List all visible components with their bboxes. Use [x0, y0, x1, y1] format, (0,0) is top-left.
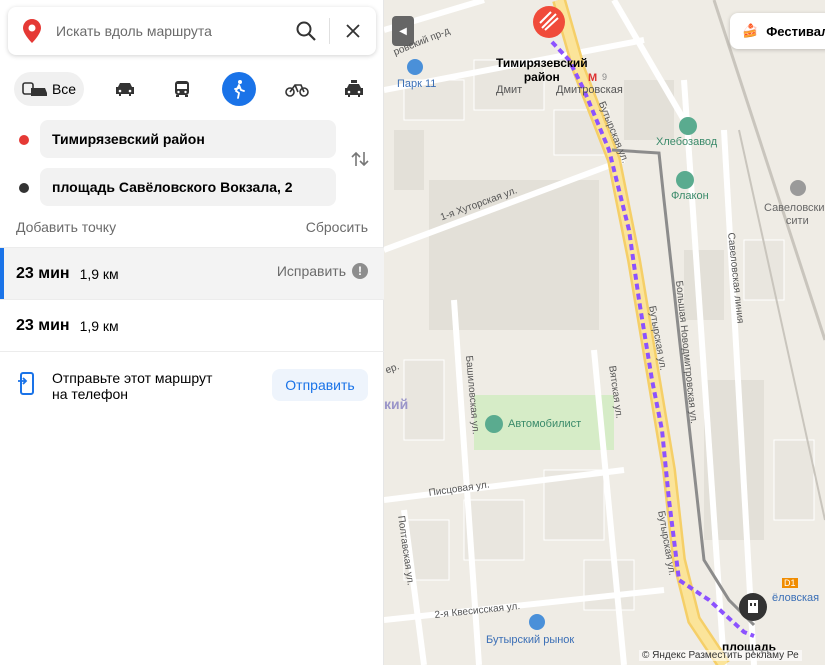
- metro-label-b: Дмитровская: [556, 84, 623, 96]
- car-icon: [116, 83, 134, 96]
- station-badge: D1: [782, 578, 798, 588]
- festival-label: Фестивал: [766, 23, 825, 39]
- end-point-field[interactable]: площадь Савёловского Вокзала, 2: [40, 168, 336, 206]
- metro-label-a: Дмит: [496, 84, 523, 96]
- mode-taxi[interactable]: [339, 72, 369, 106]
- transport-modes: Все: [14, 72, 370, 106]
- flakon-label: Флакон: [671, 190, 709, 202]
- end-point-marker: [19, 183, 29, 193]
- swap-button[interactable]: [348, 147, 372, 171]
- automobilist-label: Автомобилист: [508, 418, 582, 430]
- reset-link[interactable]: Сбросить: [306, 219, 368, 235]
- route-option-2[interactable]: 23 мин 1,9 км: [0, 299, 384, 351]
- mode-car[interactable]: [110, 72, 140, 106]
- search-input[interactable]: Искать вдоль маршрута: [56, 23, 283, 39]
- point-actions: Добавить точку Сбросить: [16, 219, 368, 235]
- district-label: Тимирязевский район: [496, 56, 588, 84]
- send-to-phone-text: Отправьте этот маршрут на телефон: [52, 370, 252, 402]
- phone-icon: [18, 372, 34, 395]
- route-time: 23 мин: [16, 316, 70, 334]
- send-text-line1: Отправьте этот маршрут: [52, 370, 213, 386]
- park-label: Парк 11: [397, 78, 437, 90]
- savelovsky-city-line2: сити: [785, 215, 809, 227]
- khlebozavod-label: Хлебозавод: [656, 136, 718, 148]
- mode-transit[interactable]: [167, 72, 197, 106]
- walk-mode-active: [222, 72, 256, 106]
- send-text-line2: на телефон: [52, 386, 128, 402]
- start-point-marker: [19, 135, 29, 145]
- send-to-phone-row: Отправьте этот маршрут на телефон Отправ…: [0, 351, 384, 417]
- close-icon: [346, 24, 360, 38]
- mode-all-label: Все: [51, 81, 77, 97]
- walking-icon: [234, 80, 245, 99]
- bus-icon: [175, 81, 189, 97]
- mode-bike[interactable]: [282, 72, 312, 106]
- all-modes-icon: [22, 82, 47, 96]
- mode-all[interactable]: Все: [14, 72, 84, 106]
- map-view[interactable]: ◀ 🍰 Фестивал Тимирязевский район Дмит Дм…: [384, 0, 825, 665]
- route-panel: Искать вдоль маршрута Все Тимирязевский …: [0, 0, 384, 665]
- route-time: 23 мин: [16, 264, 70, 282]
- add-point-link[interactable]: Добавить точку: [16, 219, 116, 235]
- search-icon: [296, 21, 316, 41]
- district-line2: район: [523, 70, 560, 84]
- metro-line-number: 9: [602, 72, 608, 82]
- bicycle-icon: [285, 84, 309, 97]
- fix-route-button[interactable]: Исправить !: [277, 263, 368, 279]
- route-distance: 1,9 км: [79, 265, 119, 282]
- festival-icon: 🍰: [742, 23, 759, 38]
- map-copyright[interactable]: © Яндекс Разместить рекламу Ре: [639, 650, 802, 661]
- district-line1: Тимирязевский: [496, 56, 588, 70]
- search-button[interactable]: [283, 7, 329, 55]
- route-option-1[interactable]: 23 мин 1,9 км Исправить !: [0, 247, 384, 300]
- close-button[interactable]: [330, 7, 376, 55]
- map-pin-icon: [8, 7, 56, 55]
- taxi-icon: [345, 80, 363, 97]
- start-point-field[interactable]: Тимирязевский район: [40, 120, 336, 158]
- swap-icon: [351, 151, 369, 167]
- savelovsky-city-line1: Савеловский: [764, 202, 825, 214]
- search-box[interactable]: Искать вдоль маршрута: [8, 7, 376, 55]
- exclamation-icon: !: [352, 263, 368, 279]
- mode-walk[interactable]: [222, 72, 256, 106]
- fix-route-label: Исправить: [276, 263, 346, 279]
- savelovskaya-station-label: ёловская: [772, 592, 820, 604]
- butyrsky-market-label: Бутырский рынок: [486, 634, 575, 646]
- festival-button[interactable]: 🍰 Фестивал: [730, 13, 825, 49]
- metro-icon: M: [588, 72, 598, 84]
- savelovsky-city-label: Савеловский сити: [764, 202, 825, 228]
- route-distance: 1,9 км: [79, 317, 119, 334]
- district-fragment-label: кий: [384, 396, 409, 412]
- send-button[interactable]: Отправить: [272, 369, 368, 401]
